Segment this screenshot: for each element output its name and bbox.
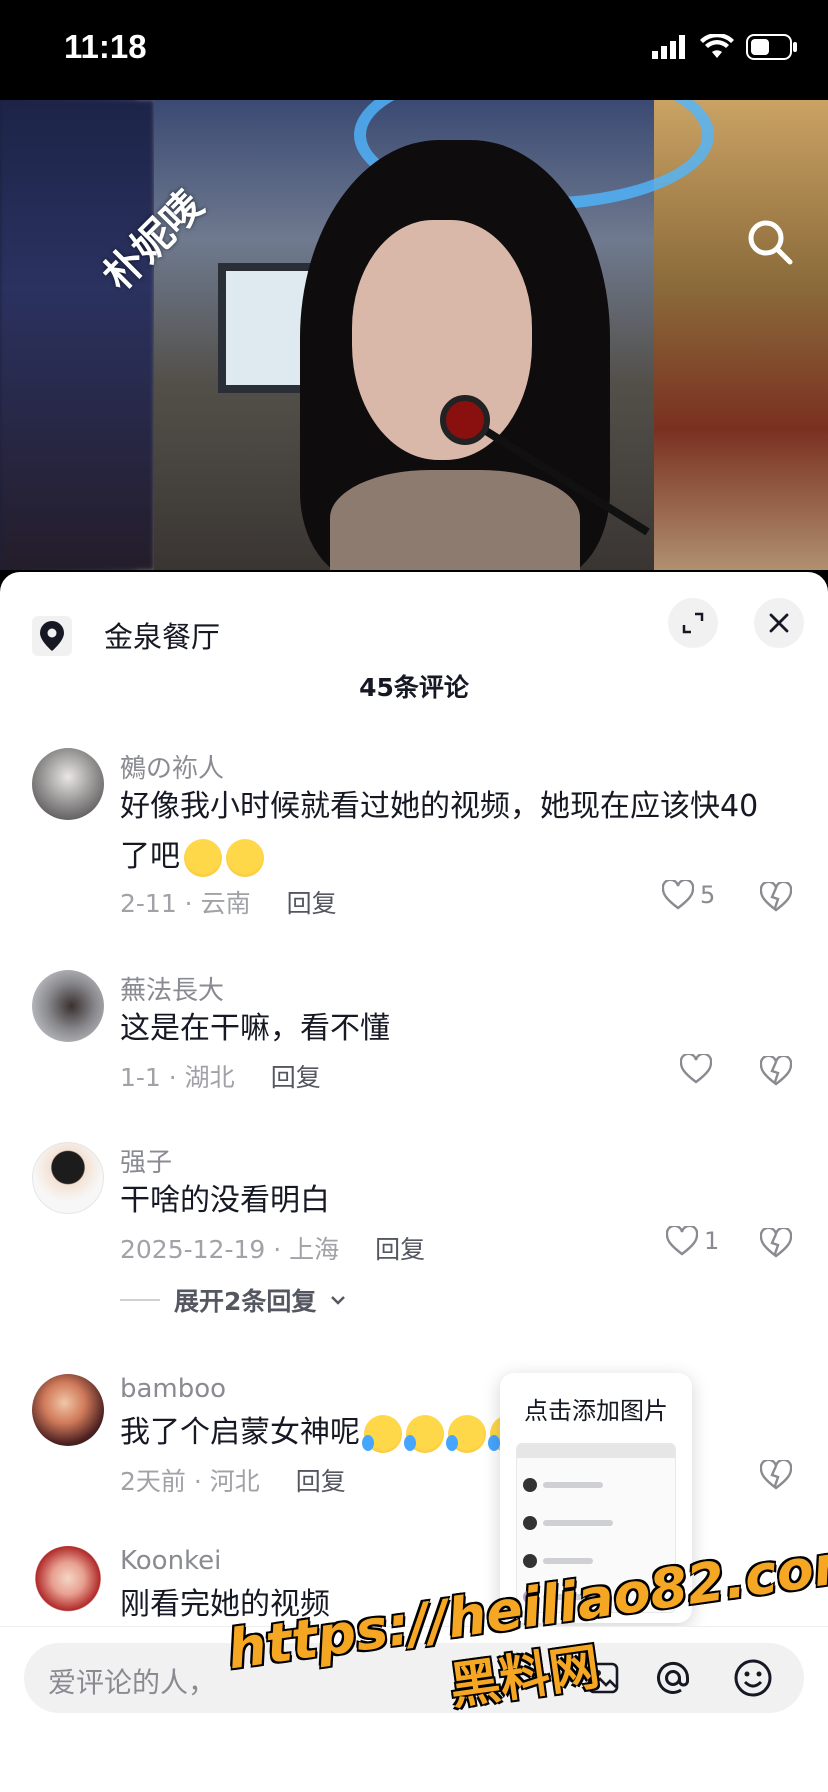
like-button[interactable]	[680, 1054, 712, 1084]
crying-laughing-face-icon	[446, 1414, 486, 1453]
close-icon	[769, 613, 789, 633]
video-player[interactable]: 朴妮唛	[0, 100, 828, 570]
add-image-popup[interactable]: 点击添加图片	[500, 1373, 692, 1623]
add-image-popup-title: 点击添加图片	[524, 1397, 668, 1425]
mention-button[interactable]	[650, 1655, 696, 1701]
like-button[interactable]: 1	[666, 1226, 719, 1256]
heart-icon	[662, 880, 694, 910]
smiley-face-icon	[734, 1659, 772, 1697]
flushed-face-icon	[226, 838, 264, 877]
comment-username[interactable]: 鵺の袮人	[120, 748, 224, 785]
comment-username[interactable]: 蕪法長大	[120, 970, 224, 1007]
comment-input-bar: 爱评论的人，	[0, 1626, 828, 1792]
avatar[interactable]	[32, 1142, 104, 1214]
comment-meta: 2天前 · 河北 回复	[120, 1462, 346, 1498]
comment-username[interactable]: bamboo	[120, 1374, 226, 1404]
video-blur-left	[0, 100, 154, 570]
comment-meta: 1-1 · 湖北 回复	[120, 1058, 321, 1094]
comment-input-placeholder: 爱评论的人，	[48, 1666, 217, 1699]
comment-text: 干啥的没看明白	[120, 1176, 780, 1226]
comment-username[interactable]: 强子	[120, 1142, 172, 1179]
cellular-signal-icon	[652, 35, 685, 59]
comment-meta: 2025-12-19 · 上海 回复	[120, 1230, 425, 1266]
comment-input[interactable]: 爱评论的人，	[24, 1643, 804, 1713]
close-button[interactable]	[754, 598, 804, 648]
image-icon	[587, 1662, 619, 1694]
person-body	[330, 470, 580, 570]
broken-heart-icon[interactable]	[760, 882, 792, 912]
comment-sheet: 金泉餐厅 45条评论 鵺の袮人 好像我小时候就看过她的视频，她现在应该快40了吧…	[0, 572, 828, 1792]
status-bar: 11:18	[0, 0, 828, 100]
comment-text: 这是在干嘛，看不懂	[120, 1004, 780, 1054]
status-time: 11:18	[64, 28, 147, 65]
location-pin-icon	[32, 616, 72, 656]
broken-heart-icon[interactable]	[760, 1228, 792, 1258]
comment-date-location: 1-1 · 湖北	[120, 1063, 235, 1092]
like-count: 5	[700, 881, 716, 909]
broken-heart-icon[interactable]	[760, 1056, 792, 1086]
heart-icon	[680, 1054, 712, 1084]
comment-count: 45条评论	[359, 673, 469, 702]
comment-text-content: 干啥的没看明白	[120, 1183, 330, 1218]
image-picker-button[interactable]	[580, 1655, 626, 1701]
comment-date-location: 2025-12-19 · 上海	[120, 1235, 340, 1264]
comment-text-content: 我了个启蒙女神呢	[120, 1415, 360, 1450]
expand-button[interactable]	[668, 598, 718, 648]
reply-button[interactable]: 回复	[287, 884, 337, 920]
battery-icon	[746, 34, 797, 60]
screenshot-thumbnail[interactable]	[516, 1443, 676, 1613]
comment-date-location: 2天前 · 河北	[120, 1467, 260, 1496]
avatar[interactable]	[32, 1374, 104, 1446]
wifi-icon	[700, 34, 734, 58]
comment-text: 我了个启蒙女神呢	[120, 1408, 520, 1458]
at-sign-icon	[657, 1661, 690, 1694]
expand-replies-button[interactable]: 展开2条回复	[120, 1282, 346, 1318]
comment-text-content: 这是在干嘛，看不懂	[120, 1011, 390, 1046]
expand-replies-label: 展开2条回复	[174, 1287, 317, 1316]
reply-button[interactable]: 回复	[375, 1230, 425, 1266]
comment-date-location: 2-11 · 云南	[120, 889, 251, 918]
avatar[interactable]	[32, 1546, 104, 1618]
location-name[interactable]: 金泉餐厅	[104, 614, 220, 656]
status-icons	[652, 34, 798, 60]
like-button[interactable]: 5	[662, 880, 715, 910]
broken-heart-icon[interactable]	[760, 1460, 792, 1490]
like-count: 1	[704, 1227, 720, 1255]
heart-icon	[666, 1226, 698, 1256]
avatar[interactable]	[32, 748, 104, 820]
avatar[interactable]	[32, 970, 104, 1042]
comment-text: 好像我小时候就看过她的视频，她现在应该快40了吧	[120, 782, 780, 882]
divider	[120, 1299, 160, 1301]
crying-laughing-face-icon	[404, 1414, 444, 1453]
microphone	[440, 395, 490, 445]
location-row[interactable]: 金泉餐厅	[0, 598, 828, 668]
comment-meta: 2-11 · 云南 回复	[120, 884, 337, 920]
reply-button[interactable]: 回复	[296, 1462, 346, 1498]
expand-icon	[682, 612, 704, 634]
flushed-face-icon	[184, 838, 222, 877]
chevron-down-icon	[331, 1296, 346, 1305]
emoji-button[interactable]	[730, 1655, 776, 1701]
search-icon[interactable]	[742, 214, 798, 270]
reply-button[interactable]: 回复	[271, 1058, 321, 1094]
comment-username[interactable]: Koonkei	[120, 1546, 221, 1576]
comment-text-content: 刚看完她的视频	[120, 1587, 330, 1622]
crying-laughing-face-icon	[362, 1414, 402, 1453]
